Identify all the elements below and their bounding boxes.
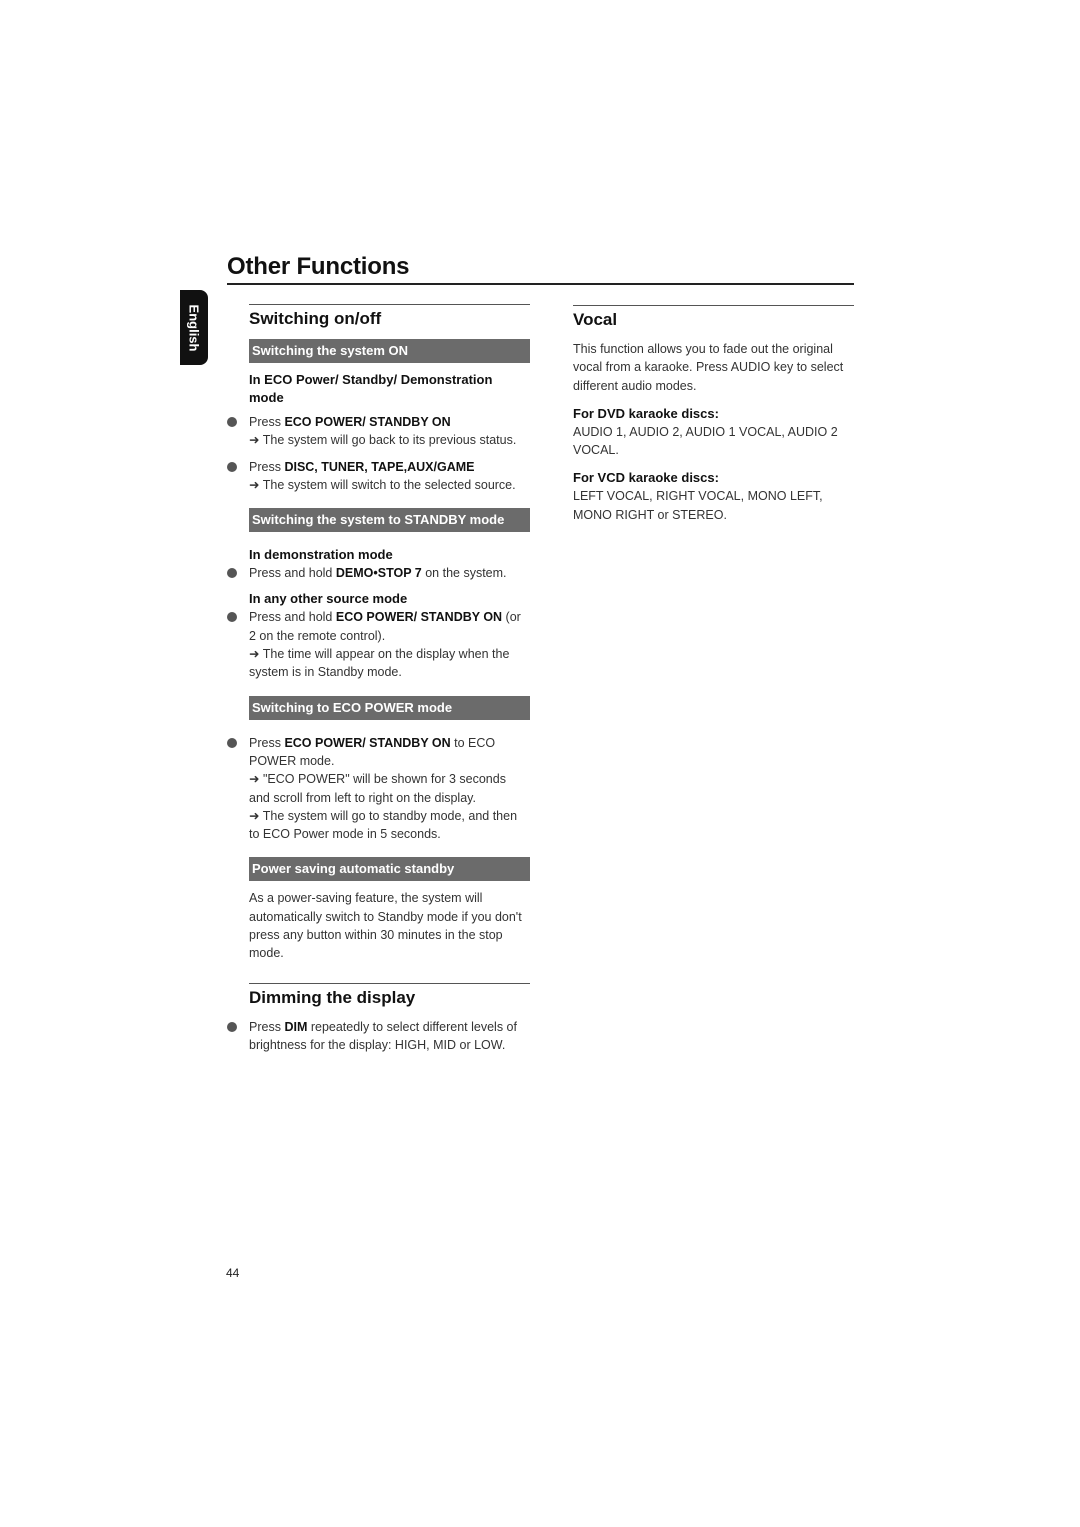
language-tab-label: English — [186, 304, 202, 351]
bullet-icon — [227, 737, 237, 748]
bullet-icon — [227, 1021, 237, 1032]
list-item: Press and hold DEMO•STOP 7 on the system… — [227, 564, 530, 582]
result-text: The system will go to standby mode, and … — [249, 808, 518, 842]
subheading-eco-standby-demo: In ECO Power/ Standby/ Demonstration mod… — [249, 372, 493, 405]
bullet-icon — [227, 612, 237, 623]
subsection-bar-auto-standby: Power saving automatic standby — [249, 857, 530, 882]
subsection-bar-standby: Switching the system to STANDBY mode — [249, 508, 530, 533]
list-item: Press DISC, TUNER, TAPE,AUX/GAME ➜ The s… — [227, 458, 530, 495]
arrow-icon: ➜ — [249, 647, 260, 662]
right-column: Vocal This function allows you to fade o… — [573, 305, 854, 524]
section-divider — [249, 304, 530, 305]
arrow-icon: ➜ — [249, 808, 260, 823]
result-text: The system will switch to the selected s… — [262, 477, 516, 492]
key-label: DIM — [284, 1019, 308, 1034]
section-divider — [249, 982, 530, 984]
result-text: The time will appear on the display when… — [249, 647, 510, 680]
section-divider — [573, 305, 854, 306]
subsection-bar-eco-power: Switching to ECO POWER mode — [249, 695, 530, 720]
subheading-vcd: For VCD karaoke discs: — [573, 470, 719, 486]
result-text: The system will go back to its previous … — [262, 433, 517, 448]
subheading-other-source: In any other source mode — [249, 591, 408, 607]
arrow-icon: ➜ — [249, 477, 260, 492]
page-number: 44 — [226, 1266, 240, 1280]
arrow-icon: ➜ — [249, 772, 260, 787]
subheading-dvd: For DVD karaoke discs: — [573, 405, 719, 421]
title-divider — [227, 283, 854, 285]
key-label: ECO POWER/ STANDBY ON — [284, 415, 451, 429]
section-title-switching: Switching on/off — [249, 309, 382, 328]
subheading-demo-mode: In demonstration mode — [249, 547, 393, 563]
key-label: ECO POWER/ STANDBY ON — [335, 610, 503, 625]
subsection-bar-system-on: Switching the system ON — [249, 339, 530, 363]
language-tab: English — [180, 290, 208, 365]
section-title-vocal: Vocal — [573, 310, 618, 329]
arrow-icon: ➜ — [249, 433, 260, 448]
bullet-icon — [227, 568, 237, 579]
page-title: Other Functions — [227, 253, 410, 280]
bullet-icon — [227, 417, 237, 427]
list-item: Press ECO POWER/ STANDBY ON ➜ The system… — [227, 413, 530, 450]
key-label: ECO POWER/ STANDBY ON — [284, 735, 451, 750]
result-text: "ECO POWER" will be shown for 3 seconds … — [249, 772, 506, 805]
key-label: DEMO•STOP 7 — [335, 566, 422, 581]
vcd-modes: LEFT VOCAL, RIGHT VOCAL, MONO LEFT, MONO… — [573, 489, 823, 522]
list-item: Press DIM repeatedly to select different… — [227, 1018, 530, 1055]
section-title-dimming: Dimming the display — [249, 987, 416, 1007]
left-column: Switching on/off Switching the system ON… — [227, 304, 530, 1055]
bullet-icon — [227, 461, 237, 472]
list-item: Press ECO POWER/ STANDBY ON to ECO POWER… — [227, 734, 530, 844]
vocal-intro: This function allows you to fade out the… — [573, 342, 844, 393]
dvd-modes: AUDIO 1, AUDIO 2, AUDIO 1 VOCAL, AUDIO 2… — [573, 424, 838, 458]
key-label: DISC, TUNER, TAPE,AUX/GAME — [284, 459, 475, 474]
auto-standby-text: As a power-saving feature, the system wi… — [249, 891, 522, 961]
list-item: Press and hold ECO POWER/ STANDBY ON (or… — [227, 608, 530, 681]
